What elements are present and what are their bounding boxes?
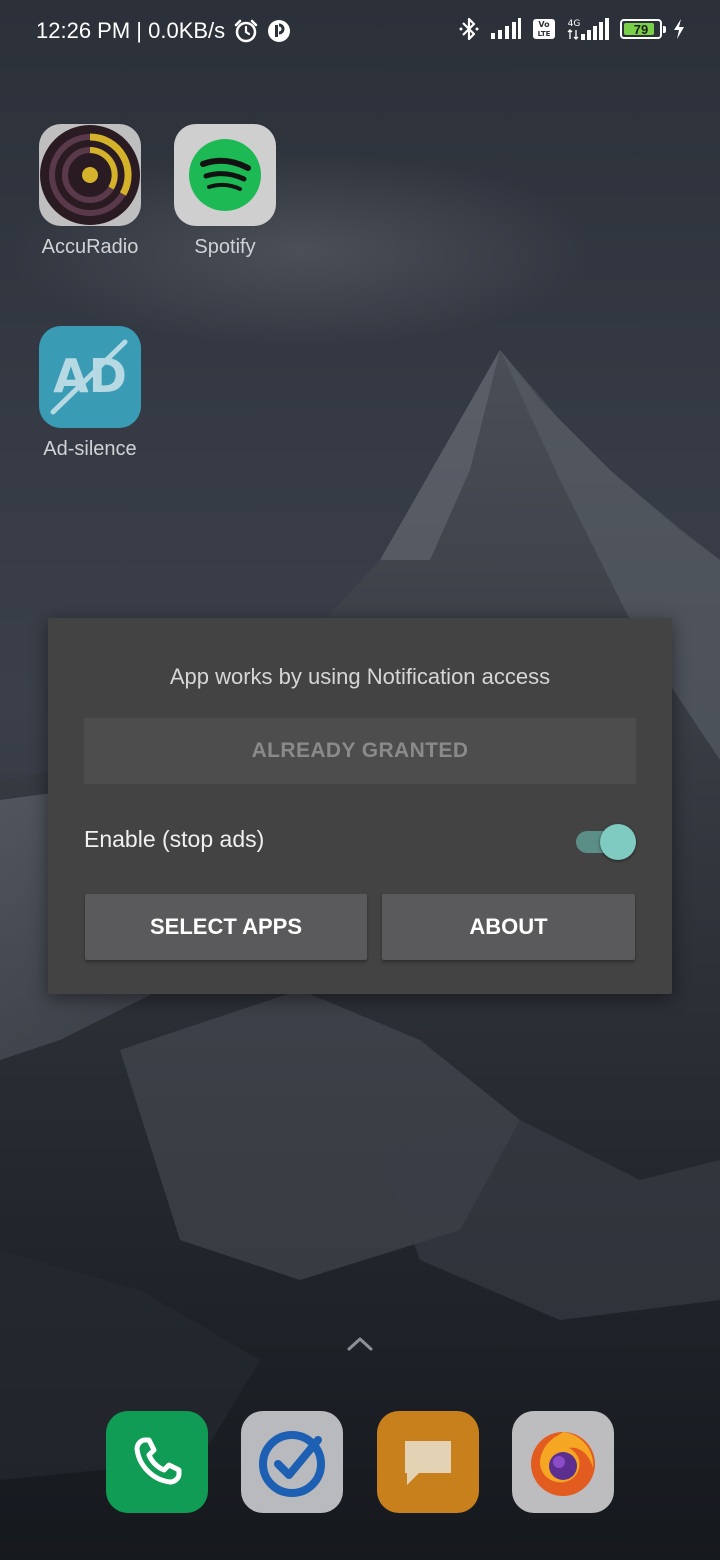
- svg-text:LTE: LTE: [538, 30, 551, 38]
- notification-access-dialog: App works by using Notification access A…: [48, 618, 672, 994]
- app-label: AccuRadio: [41, 236, 139, 258]
- app-notification-icon: [267, 19, 291, 43]
- messages-icon[interactable]: [377, 1411, 479, 1513]
- status-bar: 12:26 PM | 0.0KB/s Vo LTE 4G 79: [0, 0, 720, 64]
- app-ad-silence[interactable]: AD Ad-silence: [30, 326, 150, 461]
- phone-icon[interactable]: [106, 1411, 208, 1513]
- svg-text:Vo: Vo: [538, 20, 550, 29]
- network-4g-signal-icon: 4G: [566, 17, 610, 41]
- battery-level-text: 79: [633, 21, 649, 37]
- app-spotify[interactable]: Spotify: [165, 124, 285, 259]
- app-label: Spotify: [194, 236, 256, 258]
- signal-bars-icon: [490, 18, 522, 40]
- bluetooth-icon: [458, 16, 480, 42]
- battery-indicator: 79: [620, 19, 666, 39]
- accuradio-icon: [39, 124, 141, 226]
- svg-text:4G: 4G: [568, 19, 581, 29]
- ad-silence-icon: AD: [39, 326, 141, 428]
- app-label: Ad-silence: [43, 438, 137, 460]
- already-granted-button[interactable]: ALREADY GRANTED: [84, 718, 636, 784]
- chevron-up-icon[interactable]: [345, 1332, 375, 1356]
- firefox-icon[interactable]: [512, 1411, 614, 1513]
- alarm-clock-icon: [233, 18, 259, 44]
- app-accuradio[interactable]: AccuRadio: [30, 124, 150, 259]
- spotify-icon: [174, 124, 276, 226]
- enable-switch[interactable]: [576, 822, 636, 860]
- volte-badge: Vo LTE: [532, 18, 556, 40]
- enable-label: Enable (stop ads): [84, 826, 265, 852]
- enable-row: Enable (stop ads): [84, 818, 636, 862]
- status-time-speed: 12:26 PM | 0.0KB/s: [36, 18, 226, 43]
- task-check-icon[interactable]: [241, 1411, 343, 1513]
- about-button[interactable]: ABOUT: [382, 894, 635, 960]
- dialog-title: App works by using Notification access: [169, 664, 551, 689]
- battery-nub: [663, 26, 666, 33]
- lightning-bolt-icon: [672, 18, 686, 40]
- switch-thumb: [600, 824, 636, 860]
- select-apps-button[interactable]: SELECT APPS: [85, 894, 367, 960]
